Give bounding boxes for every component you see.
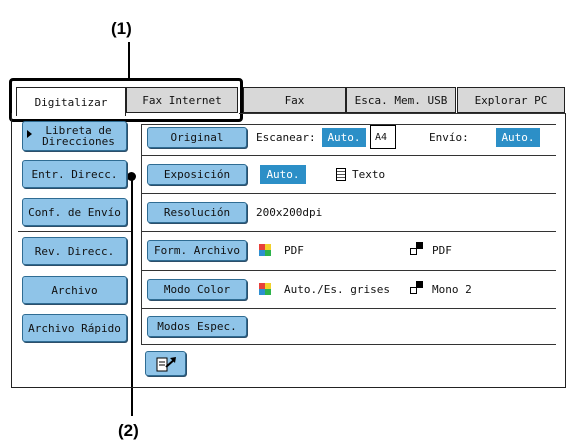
paper-size-icon: A4 [370, 125, 396, 149]
color-icon [259, 283, 271, 295]
send-value-badge: Auto. [496, 128, 540, 147]
color-mode-button[interactable]: Modo Color [147, 279, 247, 300]
callout-1-leader [128, 42, 130, 78]
address-book-button[interactable]: Libreta de Direcciones [22, 121, 127, 151]
preview-button[interactable] [145, 351, 186, 376]
color-icon [259, 244, 271, 256]
arrow-right-icon [27, 130, 32, 138]
scan-value-badge: Auto. [322, 128, 366, 147]
tab-explorar-pc[interactable]: Explorar PC [457, 87, 565, 113]
preview-icon [156, 356, 176, 371]
file-button[interactable]: Archivo [22, 276, 127, 304]
callout-2: (2) [118, 421, 139, 440]
tab-esca-mem-usb[interactable]: Esca. Mem. USB [346, 87, 456, 113]
sidebar-divider [18, 231, 131, 232]
row-divider-5 [141, 308, 556, 309]
exposure-button[interactable]: Exposición [147, 164, 247, 185]
scan-label: Escanear: [256, 131, 316, 144]
mono-file-format: PDF [432, 244, 452, 257]
callout-1: (1) [111, 19, 132, 38]
original-button[interactable]: Original [147, 127, 247, 148]
tab-fax[interactable]: Fax [243, 87, 346, 113]
settings-left-line [141, 124, 142, 344]
address-review-button[interactable]: Rev. Direcc. [22, 237, 127, 265]
send-label: Envío: [429, 131, 469, 144]
send-settings-button[interactable]: Conf. de Envío [22, 198, 127, 226]
settings-top-line [141, 124, 556, 125]
resolution-button[interactable]: Resolución [147, 202, 247, 223]
mono-icon [410, 242, 423, 255]
mono-mode-value: Mono 2 [432, 283, 472, 296]
tab-digitalizar[interactable]: Digitalizar [16, 87, 126, 116]
exposure-option: Texto [352, 168, 386, 181]
row-divider-1 [141, 155, 556, 156]
quick-file-button[interactable]: Archivo Rápido [22, 314, 127, 342]
special-modes-button[interactable]: Modos Espec. [147, 316, 247, 337]
tab-baseline [239, 113, 566, 114]
address-entry-button[interactable]: Entr. Direcc. [22, 160, 127, 188]
row-divider-2 [141, 193, 556, 194]
mono-icon [410, 281, 423, 294]
resolution-value: 200x200dpi [256, 206, 323, 219]
row-divider-6 [141, 344, 556, 345]
text-document-icon [336, 168, 346, 181]
file-format-button[interactable]: Form. Archivo [147, 240, 247, 261]
exposure-value-badge: Auto. [260, 165, 306, 184]
color-file-format: PDF [284, 244, 304, 257]
tab-fax-internet[interactable]: Fax Internet [126, 87, 238, 113]
color-mode-value: Auto./Es. grises [284, 283, 390, 296]
row-divider-4 [141, 270, 556, 271]
row-divider-3 [141, 231, 556, 232]
